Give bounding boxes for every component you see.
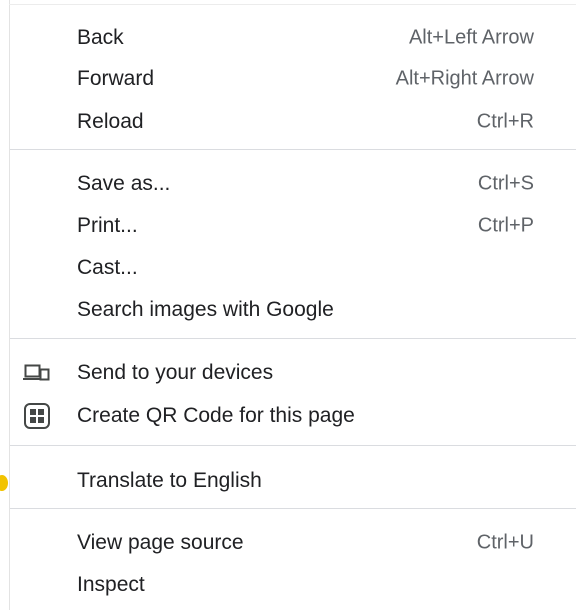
menu-item-back[interactable]: Back Alt+Left Arrow (10, 18, 576, 58)
menu-item-view-page-source[interactable]: View page source Ctrl+U (10, 523, 576, 563)
menu-item-send-to-devices[interactable]: Send to your devices (10, 353, 576, 393)
menu-item-label: Print... (77, 214, 138, 237)
menu-item-label: Forward (77, 67, 155, 90)
menu-item-cast[interactable]: Cast... (10, 248, 576, 288)
menu-separator (10, 445, 576, 446)
translate-indicator-dot (0, 475, 8, 491)
menu-item-search-images[interactable]: Search images with Google (10, 290, 576, 330)
menu-item-label: Translate to English (77, 469, 262, 492)
menu-item-label: Back (77, 26, 124, 49)
browser-page-edge: Back Alt+Left Arrow Forward Alt+Right Ar… (0, 0, 576, 610)
menu-item-shortcut: Ctrl+R (476, 110, 534, 133)
qr-code-icon (22, 403, 52, 429)
menu-item-shortcut: Alt+Left Arrow (408, 26, 534, 49)
menu-item-reload[interactable]: Reload Ctrl+R (10, 102, 576, 142)
menu-item-label: Search images with Google (77, 298, 334, 321)
menu-item-inspect[interactable]: Inspect (10, 565, 576, 605)
menu-item-label: Send to your devices (77, 361, 274, 384)
menu-item-label: View page source (77, 531, 244, 554)
menu-item-label: Inspect (77, 573, 145, 596)
menu-item-create-qr-code[interactable]: Create QR Code for this page (10, 396, 576, 436)
menu-item-label: Reload (77, 110, 144, 133)
devices-icon (22, 360, 52, 386)
menu-item-label: Cast... (77, 256, 138, 279)
menu-separator (10, 508, 576, 509)
menu-item-forward[interactable]: Forward Alt+Right Arrow (10, 59, 576, 99)
menu-item-label: Create QR Code for this page (77, 404, 355, 427)
menu-item-print[interactable]: Print... Ctrl+P (10, 206, 576, 246)
context-menu: Back Alt+Left Arrow Forward Alt+Right Ar… (10, 0, 576, 610)
menu-item-shortcut: Ctrl+S (477, 172, 534, 195)
menu-item-shortcut: Ctrl+U (476, 531, 534, 554)
menu-item-translate[interactable]: Translate to English (10, 461, 576, 501)
menu-item-label: Save as... (77, 172, 171, 195)
menu-item-shortcut: Ctrl+P (477, 214, 534, 237)
menu-separator (10, 149, 576, 150)
menu-separator (10, 338, 576, 339)
menu-item-shortcut: Alt+Right Arrow (395, 67, 534, 90)
menu-item-save-as[interactable]: Save as... Ctrl+S (10, 164, 576, 204)
